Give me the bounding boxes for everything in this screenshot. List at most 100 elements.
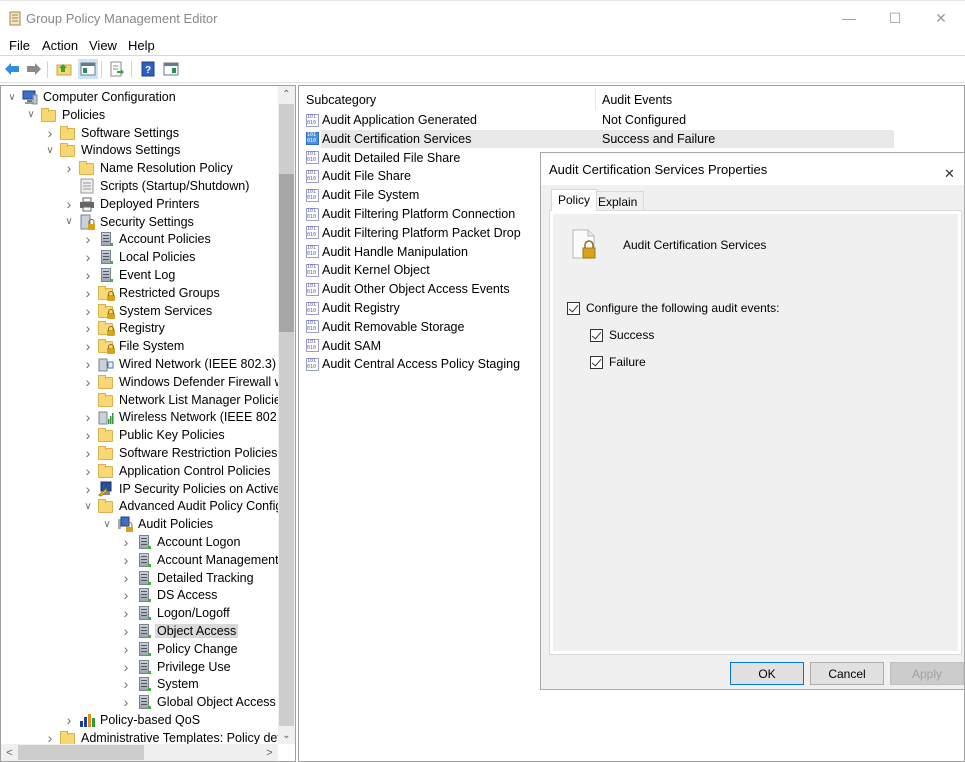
- chevron-down-icon[interactable]: ∨: [63, 216, 75, 227]
- tree-item[interactable]: › File System: [82, 337, 186, 355]
- show-hide-action-pane-button[interactable]: [161, 59, 181, 79]
- tree-vertical-scrollbar[interactable]: ⌃ ⌄: [278, 86, 295, 744]
- chevron-right-icon[interactable]: ›: [120, 552, 132, 568]
- chevron-right-icon[interactable]: ›: [82, 427, 94, 443]
- tree-item[interactable]: › Policy-based QoS: [63, 711, 202, 729]
- scroll-thumb[interactable]: [279, 174, 294, 332]
- show-hide-console-tree-button[interactable]: [78, 59, 98, 79]
- tree-item[interactable]: Network List Manager Policies: [82, 391, 289, 409]
- tree-item[interactable]: › System Services: [82, 302, 214, 320]
- tree-item[interactable]: ∨ Computer Configuration: [6, 88, 178, 106]
- chevron-right-icon[interactable]: ›: [120, 587, 132, 603]
- tree-horizontal-scrollbar[interactable]: < >: [1, 744, 278, 761]
- tree-item[interactable]: › Event Log: [82, 266, 177, 284]
- column-divider[interactable]: [595, 88, 596, 110]
- chevron-right-icon[interactable]: ›: [82, 374, 94, 390]
- list-item[interactable]: Audit Application Generated Not Configure…: [306, 111, 894, 129]
- close-window-button[interactable]: ✕: [918, 5, 964, 31]
- tree-item[interactable]: › Software Settings: [44, 124, 181, 142]
- tree-item[interactable]: ∨ Policies: [25, 106, 107, 124]
- list-item[interactable]: Audit Certification Services Success and …: [306, 129, 894, 148]
- chevron-right-icon[interactable]: ›: [44, 125, 56, 141]
- chevron-right-icon[interactable]: ›: [82, 231, 94, 247]
- chevron-down-icon[interactable]: ∨: [6, 92, 18, 103]
- chevron-down-icon[interactable]: ∨: [44, 145, 56, 156]
- scroll-left-icon[interactable]: <: [1, 744, 18, 761]
- maximize-button[interactable]: ☐: [872, 5, 918, 31]
- configure-audit-events-checkbox-row[interactable]: Configure the following audit events:: [567, 301, 779, 315]
- failure-checkbox-row[interactable]: Failure: [590, 355, 646, 369]
- tab-policy[interactable]: Policy: [551, 189, 598, 211]
- tree-item[interactable]: › Object Access: [120, 622, 239, 640]
- chevron-right-icon[interactable]: ›: [120, 605, 132, 621]
- chevron-right-icon[interactable]: ›: [120, 570, 132, 586]
- chevron-right-icon[interactable]: ›: [82, 356, 94, 372]
- configure-audit-events-checkbox[interactable]: [567, 301, 580, 315]
- chevron-right-icon[interactable]: ›: [82, 320, 94, 336]
- menu-file[interactable]: File: [9, 38, 30, 53]
- scroll-thumb-horizontal[interactable]: [18, 745, 144, 760]
- ok-button[interactable]: OK: [730, 662, 804, 685]
- menu-help[interactable]: Help: [128, 38, 155, 53]
- chevron-right-icon[interactable]: ›: [82, 249, 94, 265]
- up-folder-button[interactable]: [54, 59, 74, 79]
- chevron-right-icon[interactable]: ›: [120, 641, 132, 657]
- chevron-right-icon[interactable]: ›: [63, 712, 75, 728]
- export-list-button[interactable]: [107, 59, 127, 79]
- tree-item[interactable]: ∨ Security Settings: [63, 213, 196, 231]
- scroll-up-icon[interactable]: ⌃: [278, 86, 295, 103]
- tree-item[interactable]: › Account Policies: [82, 230, 213, 248]
- column-header-audit-events[interactable]: Audit Events: [602, 93, 672, 107]
- tree-item[interactable]: › Account Logon: [120, 533, 242, 551]
- menu-view[interactable]: View: [89, 38, 117, 53]
- tree-item[interactable]: › Account Management: [120, 551, 281, 569]
- tree-item[interactable]: › Deployed Printers: [63, 195, 201, 213]
- help-button[interactable]: ?: [138, 59, 158, 79]
- tree-item[interactable]: › Logon/Logoff: [120, 604, 232, 622]
- tree-item[interactable]: › System: [120, 675, 201, 693]
- tree-item[interactable]: ∨ Windows Settings: [44, 141, 182, 159]
- tree-item[interactable]: › Restricted Groups: [82, 284, 222, 302]
- tree-item[interactable]: › Detailed Tracking: [120, 569, 256, 587]
- back-button[interactable]: [2, 59, 22, 79]
- chevron-right-icon[interactable]: ›: [63, 160, 75, 176]
- chevron-right-icon[interactable]: ›: [120, 694, 132, 710]
- chevron-right-icon[interactable]: ›: [120, 534, 132, 550]
- chevron-right-icon[interactable]: ›: [82, 445, 94, 461]
- column-header-subcategory[interactable]: Subcategory: [306, 93, 376, 107]
- success-checkbox-row[interactable]: Success: [590, 328, 654, 342]
- tree-item[interactable]: Scripts (Startup/Shutdown): [63, 177, 251, 195]
- tree-item[interactable]: › Software Restriction Policies: [82, 444, 279, 462]
- tree-item[interactable]: › Registry: [82, 319, 167, 337]
- tree-item[interactable]: › Application Control Policies: [82, 462, 272, 480]
- tab-explain[interactable]: Explain: [591, 191, 645, 211]
- chevron-right-icon[interactable]: ›: [120, 659, 132, 675]
- chevron-down-icon[interactable]: ∨: [82, 501, 94, 512]
- tree-item[interactable]: › IP Security Policies on Active Dir: [82, 480, 295, 498]
- apply-button[interactable]: Apply: [890, 662, 964, 685]
- dialog-close-button[interactable]: ✕: [936, 157, 960, 181]
- scroll-down-icon[interactable]: ⌄: [278, 727, 295, 744]
- chevron-right-icon[interactable]: ›: [120, 623, 132, 639]
- tree-item[interactable]: ∨ Audit Policies: [101, 515, 215, 533]
- chevron-right-icon[interactable]: ›: [82, 267, 94, 283]
- chevron-right-icon[interactable]: ›: [82, 338, 94, 354]
- failure-checkbox[interactable]: [590, 355, 603, 369]
- tree-item[interactable]: › DS Access: [120, 586, 219, 604]
- tree-item[interactable]: › Public Key Policies: [82, 426, 227, 444]
- scroll-right-icon[interactable]: >: [261, 744, 278, 761]
- chevron-right-icon[interactable]: ›: [82, 285, 94, 301]
- success-checkbox[interactable]: [590, 328, 603, 342]
- chevron-right-icon[interactable]: ›: [120, 676, 132, 692]
- chevron-right-icon[interactable]: ›: [82, 463, 94, 479]
- tree-item[interactable]: › Policy Change: [120, 640, 240, 658]
- menu-action[interactable]: Action: [42, 38, 78, 53]
- chevron-right-icon[interactable]: ›: [63, 196, 75, 212]
- cancel-button[interactable]: Cancel: [810, 662, 884, 685]
- chevron-right-icon[interactable]: ›: [82, 409, 94, 425]
- tree-item[interactable]: ∨ Advanced Audit Policy Configura: [82, 497, 295, 515]
- tree-item[interactable]: › Local Policies: [82, 248, 197, 266]
- tree-item[interactable]: › Name Resolution Policy: [63, 159, 235, 177]
- tree-item[interactable]: › Wired Network (IEEE 802.3) Poli: [82, 355, 295, 373]
- chevron-down-icon[interactable]: ∨: [25, 109, 37, 120]
